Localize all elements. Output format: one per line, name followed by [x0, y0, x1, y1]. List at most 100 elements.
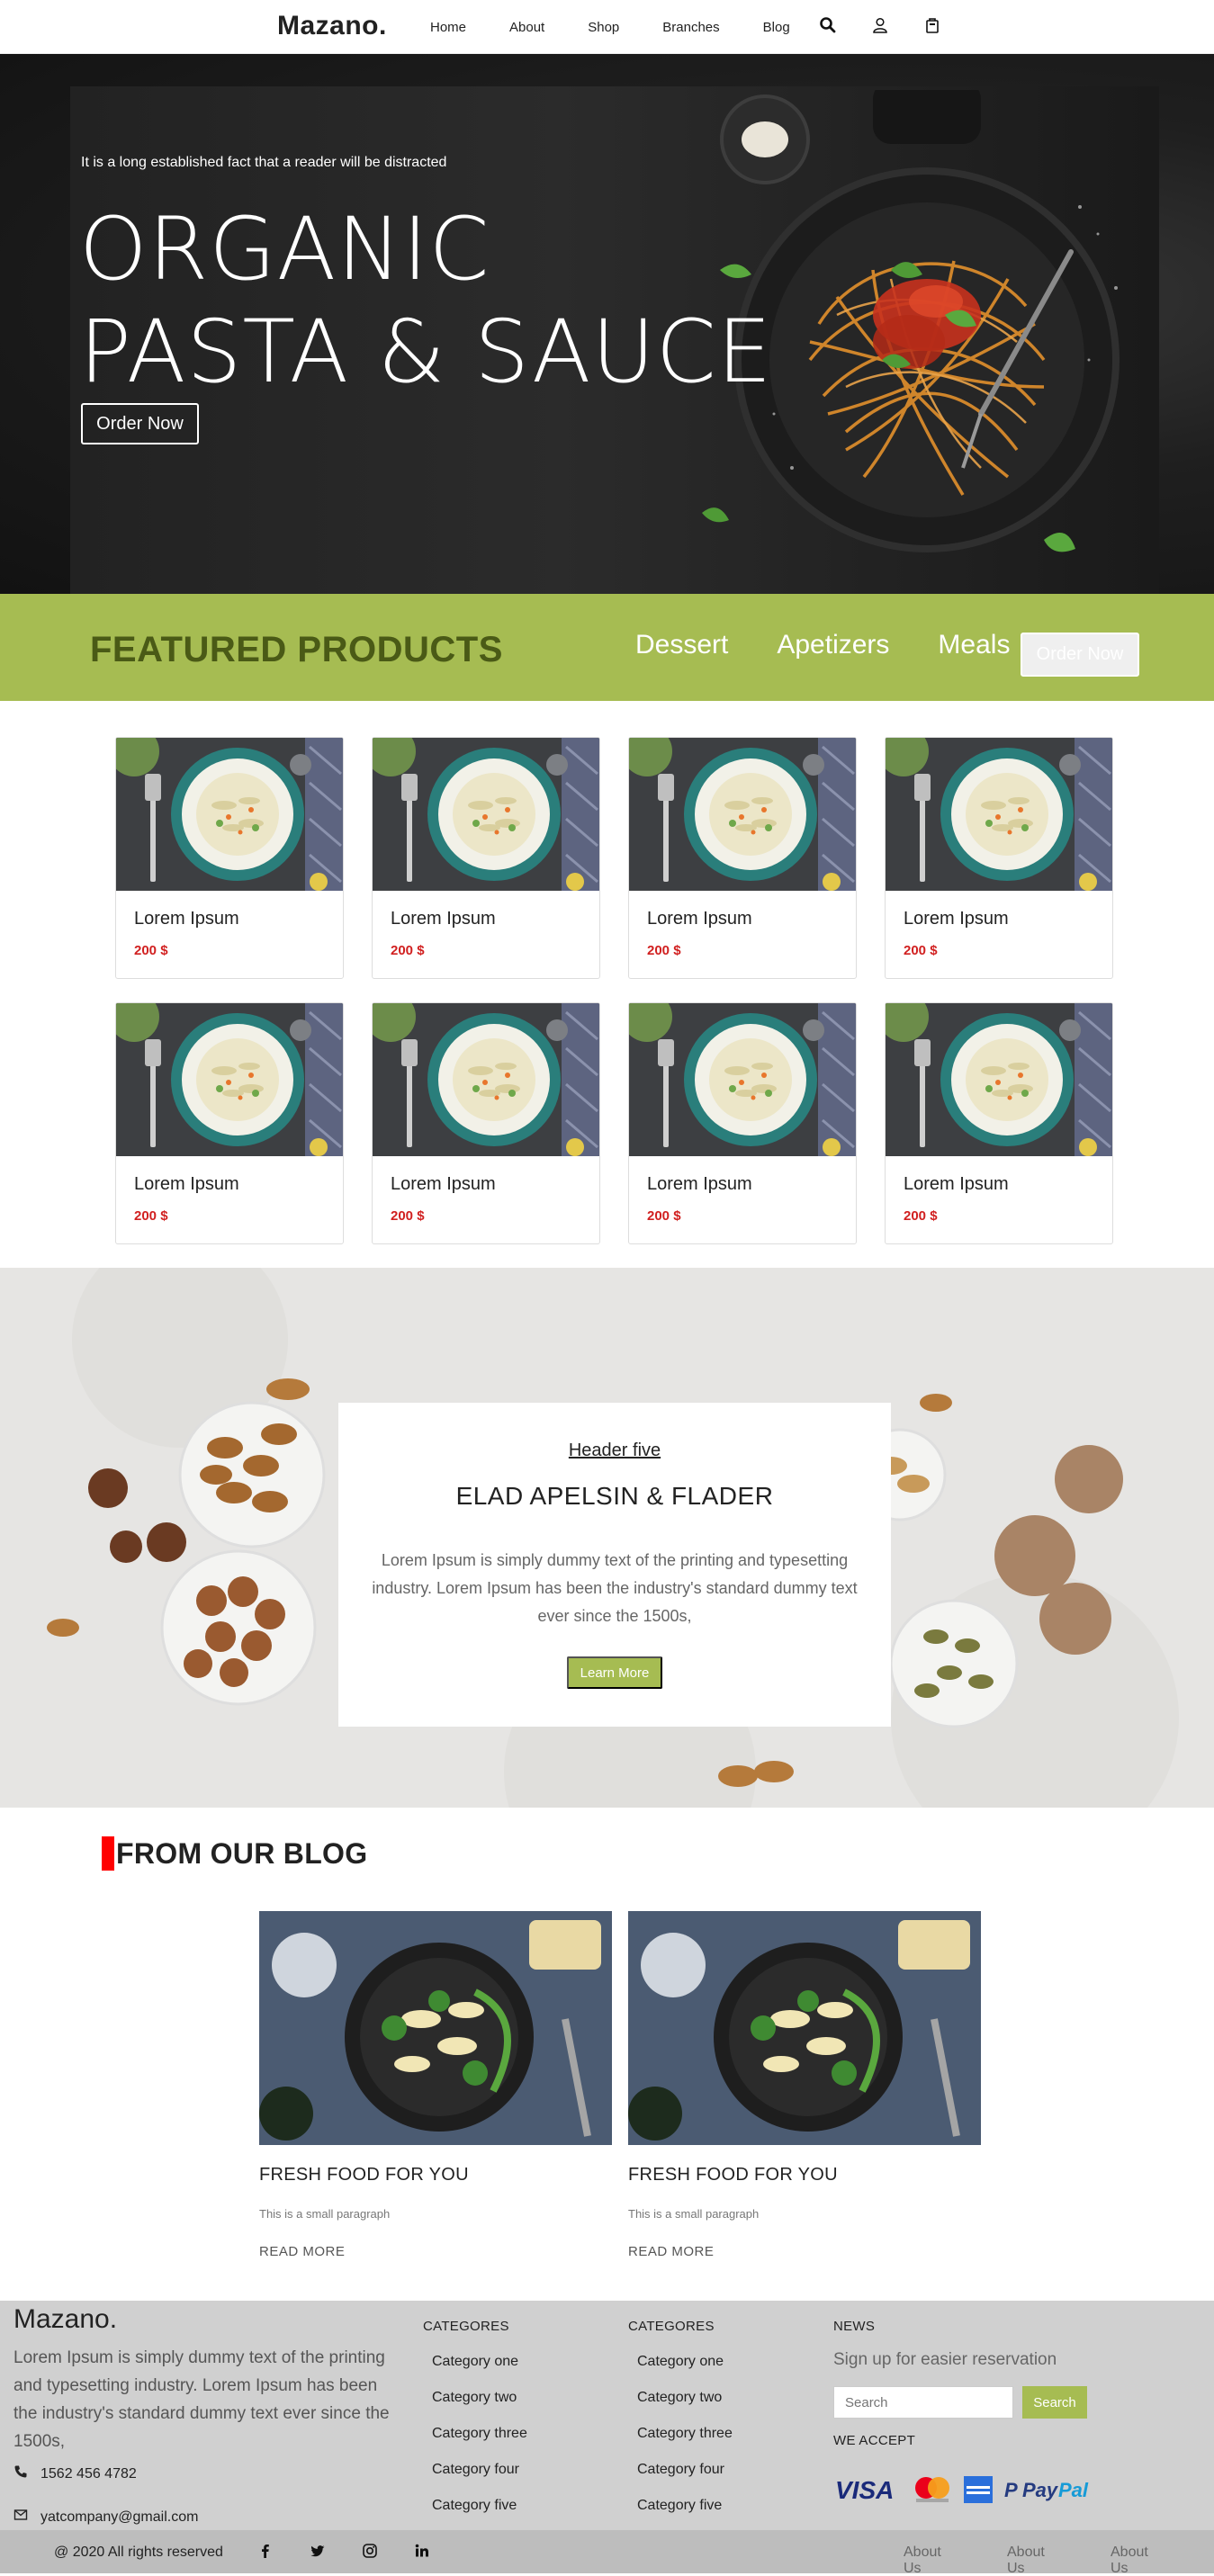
product-name[interactable]: Lorem Ipsum: [134, 909, 239, 929]
facebook-icon[interactable]: [257, 2543, 274, 2559]
tab-meals[interactable]: Meals: [938, 630, 1010, 660]
blog-post-title[interactable]: FRESH FOOD FOR YOU: [628, 2165, 981, 2186]
tab-dessert[interactable]: Dessert: [635, 630, 728, 660]
newsletter-search-input[interactable]: [833, 2386, 1013, 2419]
footer-category-link[interactable]: Category five: [637, 2498, 733, 2534]
brand-logo[interactable]: Mazano.: [277, 11, 387, 41]
phone-icon: [13, 2464, 28, 2483]
product-price: 200 $: [134, 1208, 168, 1224]
nav-link-blog[interactable]: Blog: [763, 20, 790, 35]
nav-link-home[interactable]: Home: [430, 20, 466, 35]
about-us-link[interactable]: About Us: [1007, 2545, 1057, 2576]
product-price: 200 $: [904, 943, 938, 958]
blog-post-description: This is a small paragraph: [259, 2207, 391, 2221]
blog-heading-marker: [102, 1836, 114, 1871]
payment-logos: VISA P Pay Pal: [833, 2475, 1098, 2504]
product-price: 200 $: [391, 1208, 425, 1224]
footer-bottom-bar: @ 2020 All rights reserved About Us Abou…: [0, 2530, 1214, 2576]
footer-category-link[interactable]: Category three: [432, 2426, 527, 2462]
product-name[interactable]: Lorem Ipsum: [904, 909, 1009, 929]
mastercard-logo: [915, 2477, 949, 2502]
search-icon[interactable]: [819, 16, 837, 34]
footer-category-link[interactable]: Category two: [432, 2390, 527, 2426]
tab-apetizers[interactable]: Apetizers: [777, 630, 889, 660]
product-name[interactable]: Lorem Ipsum: [391, 1174, 496, 1195]
product-image[interactable]: [886, 1003, 1112, 1156]
footer-news-title: NEWS: [833, 2319, 876, 2334]
read-more-link[interactable]: READ MORE: [628, 2244, 981, 2259]
nav-link-shop[interactable]: Shop: [588, 20, 619, 35]
newsletter-search-button[interactable]: Search: [1022, 2386, 1087, 2419]
product-card[interactable]: Lorem Ipsum 200 $: [885, 737, 1113, 979]
product-card[interactable]: Lorem Ipsum 200 $: [628, 737, 857, 979]
product-card[interactable]: Lorem Ipsum 200 $: [115, 1002, 344, 1244]
read-more-link[interactable]: READ MORE: [259, 2244, 612, 2259]
hero-title-line-2: PASTA & SAUCE: [79, 301, 773, 402]
svg-text:Pay: Pay: [1022, 2479, 1059, 2501]
hero-order-now-button[interactable]: Order Now: [81, 403, 199, 444]
product-card[interactable]: Lorem Ipsum 200 $: [885, 1002, 1113, 1244]
svg-text:VISA: VISA: [835, 2477, 894, 2502]
footer-category-link[interactable]: Category three: [637, 2426, 733, 2462]
footer-phone-number[interactable]: 1562 456 4782: [40, 2466, 137, 2482]
main-nav: Home About Shop Branches Blog: [430, 0, 833, 54]
nav-link-about[interactable]: About: [509, 20, 544, 35]
product-image[interactable]: [886, 738, 1112, 891]
footer-category-link[interactable]: Category four: [432, 2462, 527, 2498]
we-accept-label: WE ACCEPT: [833, 2433, 916, 2448]
about-us-link[interactable]: About Us: [1111, 2545, 1160, 2576]
product-price: 200 $: [134, 943, 168, 958]
about-us-link[interactable]: About Us: [904, 2545, 953, 2576]
product-name[interactable]: Lorem Ipsum: [647, 1174, 752, 1195]
products-grid: Lorem Ipsum 200 $ Lorem Ipsum 200 $ Lore…: [0, 701, 1214, 1268]
social-links: [257, 2543, 430, 2559]
nav-link-branches[interactable]: Branches: [662, 20, 719, 35]
featured-order-now-button[interactable]: Order Now: [1021, 633, 1139, 677]
product-card[interactable]: Lorem Ipsum 200 $: [372, 1002, 600, 1244]
featured-tabs: Dessert Apetizers Meals: [635, 630, 1058, 660]
feature-header[interactable]: Header five: [338, 1441, 891, 1461]
bottom-links: About Us About Us About Us: [904, 2545, 1214, 2576]
product-name[interactable]: Lorem Ipsum: [134, 1174, 239, 1195]
paypal-logo: P Pay Pal: [1004, 2479, 1089, 2501]
instagram-icon[interactable]: [362, 2543, 378, 2559]
feature-card: Header five ELAD APELSIN & FLADER Lorem …: [338, 1403, 891, 1727]
blog-post-description: This is a small paragraph: [628, 2207, 760, 2221]
product-name[interactable]: Lorem Ipsum: [904, 1174, 1009, 1195]
footer-category-link[interactable]: Category one: [432, 2354, 527, 2390]
visa-logo: VISA: [835, 2477, 894, 2502]
twitter-icon[interactable]: [310, 2543, 326, 2559]
footer-email-address[interactable]: yatcompany@gmail.com: [40, 2509, 198, 2526]
user-icon[interactable]: [871, 16, 889, 34]
nav-icons: [819, 16, 941, 34]
learn-more-button[interactable]: Learn More: [567, 1656, 662, 1689]
product-card[interactable]: Lorem Ipsum 200 $: [115, 737, 344, 979]
blog-post: FRESH FOOD FOR YOU This is a small parag…: [628, 1911, 981, 2259]
footer-news-column: NEWS Sign up for easier reservation Sear…: [833, 2319, 1098, 2504]
featured-products-bar: FEATURED PRODUCTS Dessert Apetizers Meal…: [0, 594, 1214, 701]
product-image[interactable]: [373, 738, 599, 891]
cart-icon[interactable]: [923, 16, 941, 34]
footer-category-link[interactable]: Category five: [432, 2498, 527, 2534]
product-image[interactable]: [373, 1003, 599, 1156]
email-icon: [13, 2508, 28, 2527]
linkedin-icon[interactable]: [414, 2543, 430, 2559]
footer-category-link[interactable]: Category two: [637, 2390, 733, 2426]
blog-post-title[interactable]: FRESH FOOD FOR YOU: [259, 2165, 612, 2186]
product-name[interactable]: Lorem Ipsum: [391, 909, 496, 929]
product-image[interactable]: [629, 1003, 856, 1156]
product-name[interactable]: Lorem Ipsum: [647, 909, 752, 929]
blog-section: FROM OUR BLOG FRESH FOOD FOR YOU This is…: [0, 1808, 1214, 2301]
footer-category-link[interactable]: Category four: [637, 2462, 733, 2498]
product-image[interactable]: [629, 738, 856, 891]
blog-post-image[interactable]: [259, 1911, 612, 2145]
product-card[interactable]: Lorem Ipsum 200 $: [372, 737, 600, 979]
footer-category-link[interactable]: Category one: [637, 2354, 733, 2390]
blog-post-image[interactable]: [628, 1911, 981, 2145]
product-image[interactable]: [116, 1003, 343, 1156]
hero-tagline: It is a long established fact that a rea…: [81, 155, 447, 170]
footer-brand[interactable]: Mazano.: [13, 2304, 117, 2335]
footer: Mazano. Lorem Ipsum is simply dummy text…: [0, 2301, 1214, 2530]
product-image[interactable]: [116, 738, 343, 891]
product-card[interactable]: Lorem Ipsum 200 $: [628, 1002, 857, 1244]
